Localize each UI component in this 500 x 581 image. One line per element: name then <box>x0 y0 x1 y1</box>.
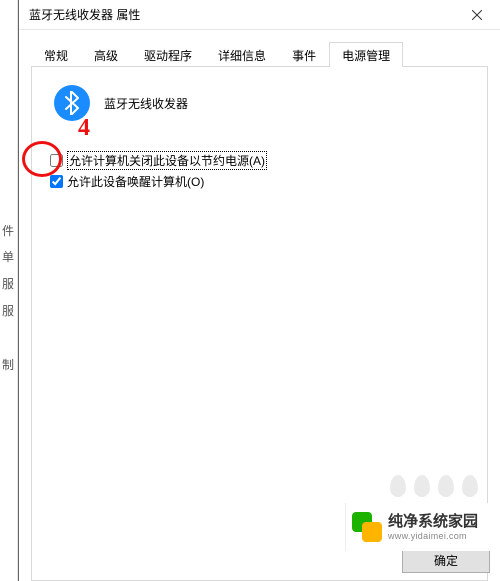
watermark-url: www.yidaimei.com <box>388 531 478 542</box>
titlebar[interactable]: 蓝牙无线收发器 属性 <box>19 0 500 30</box>
checkbox-allow-power-off-label[interactable]: 允许计算机关闭此设备以节约电源(A) <box>67 151 267 170</box>
bg-text: 件 <box>2 222 14 239</box>
background-window-strip: 件 单 服 服 制 <box>0 0 18 581</box>
close-icon <box>472 10 482 20</box>
watermark-decor <box>390 475 478 497</box>
tab-strip: 常规 高级 驱动程序 详细信息 事件 电源管理 <box>31 42 488 66</box>
tab-advanced[interactable]: 高级 <box>81 42 131 67</box>
window-title: 蓝牙无线收发器 属性 <box>29 6 140 23</box>
tab-general[interactable]: 常规 <box>31 42 81 67</box>
device-header: 蓝牙无线收发器 <box>54 85 473 121</box>
checkbox-allow-power-off[interactable]: 允许计算机关闭此设备以节约电源(A) <box>50 151 473 170</box>
device-name: 蓝牙无线收发器 <box>104 95 188 112</box>
tab-power-management[interactable]: 电源管理 <box>329 42 403 67</box>
bluetooth-icon <box>54 85 90 121</box>
watermark-name: 纯净系统家园 <box>388 513 478 531</box>
bg-text: 服 <box>2 275 14 292</box>
bg-text: 服 <box>2 302 14 319</box>
close-button[interactable] <box>454 0 500 30</box>
checkbox-allow-power-off-input[interactable] <box>50 154 63 167</box>
checkbox-allow-wake-input[interactable] <box>50 175 63 188</box>
tab-events[interactable]: 事件 <box>279 42 329 67</box>
checkbox-allow-wake-label[interactable]: 允许此设备唤醒计算机(O) <box>67 173 204 190</box>
checkbox-allow-wake[interactable]: 允许此设备唤醒计算机(O) <box>50 173 473 190</box>
bg-text: 制 <box>2 356 14 373</box>
watermark-text: 纯净系统家园 www.yidaimei.com <box>388 513 478 542</box>
tab-driver[interactable]: 驱动程序 <box>131 42 205 67</box>
watermark-logo-icon <box>352 512 382 542</box>
watermark: 纯净系统家园 www.yidaimei.com <box>345 503 500 551</box>
client-area: 常规 高级 驱动程序 详细信息 事件 电源管理 蓝牙无线收发器 4 允许计算机关… <box>19 30 500 581</box>
bg-text: 单 <box>2 248 14 265</box>
tab-details[interactable]: 详细信息 <box>205 42 279 67</box>
